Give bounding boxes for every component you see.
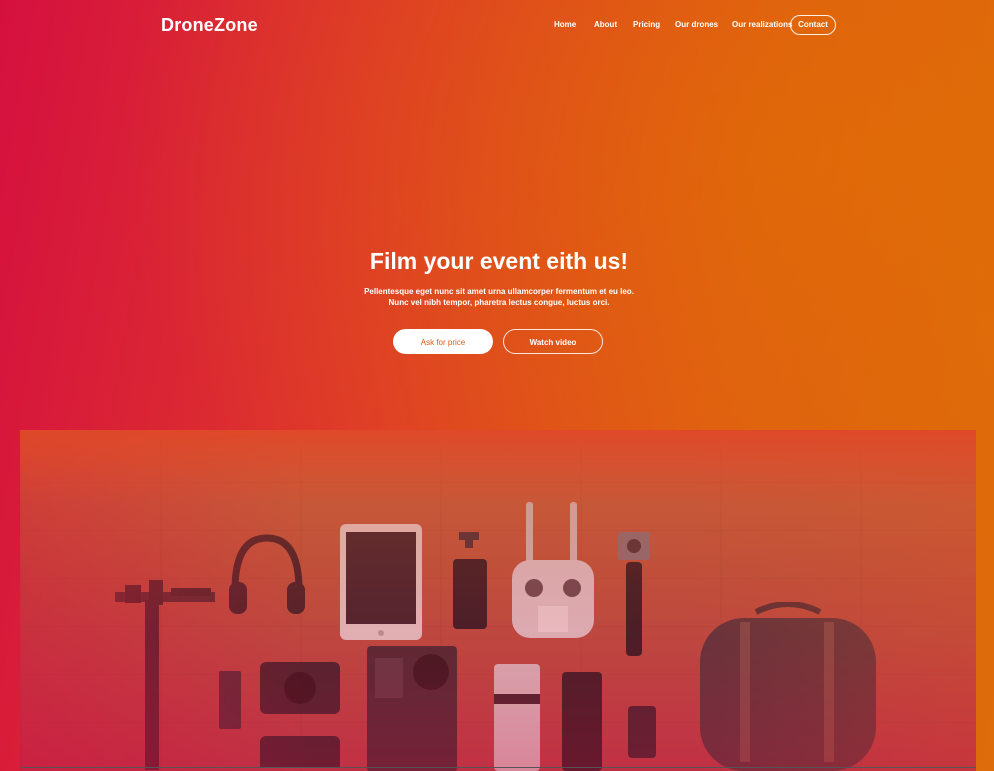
tablet-image [340,524,422,640]
mount-bracket-image [459,532,479,548]
hero-subtext-line-1: Pellentesque eget nunc sit amet urna ull… [364,287,634,296]
bottom-divider [20,767,976,768]
backpack-image [700,602,876,771]
dslr-camera-image [260,662,340,768]
lens-black-image [562,672,602,771]
headphones-image [229,534,305,614]
hero-background-photo [20,430,976,771]
gimbal-stabilizer-image [115,580,215,770]
lens-image [494,664,540,771]
battery-image [219,671,241,729]
hero-section: DroneZone Home About Pricing Our drones … [0,0,994,771]
nav-item-our-realizations[interactable]: Our realizations [732,20,792,29]
drone-controller-image [512,502,594,638]
hero-subtext: Pellentesque eget nunc sit amet urna ull… [0,286,994,308]
action-camera-image [618,532,650,656]
hero-headline: Film your event eith us! [369,248,629,274]
cinema-camera-image [367,646,457,771]
smartphone-image [453,559,487,629]
flash-trigger-image [628,706,656,758]
hero-subtext-line-2: Nunc vel nibh tempor, pharetra lectus co… [388,298,610,307]
ask-for-price-button[interactable]: Ask for price [393,329,493,354]
nav-contact-button[interactable]: Contact [790,15,836,35]
nav-item-home[interactable]: Home [554,20,576,29]
top-navigation: Home About Pricing Our drones Our realiz… [0,15,994,35]
nav-item-pricing[interactable]: Pricing [633,20,660,29]
nav-item-about[interactable]: About [594,20,617,29]
nav-item-our-drones[interactable]: Our drones [675,20,718,29]
watch-video-button[interactable]: Watch video [503,329,603,354]
